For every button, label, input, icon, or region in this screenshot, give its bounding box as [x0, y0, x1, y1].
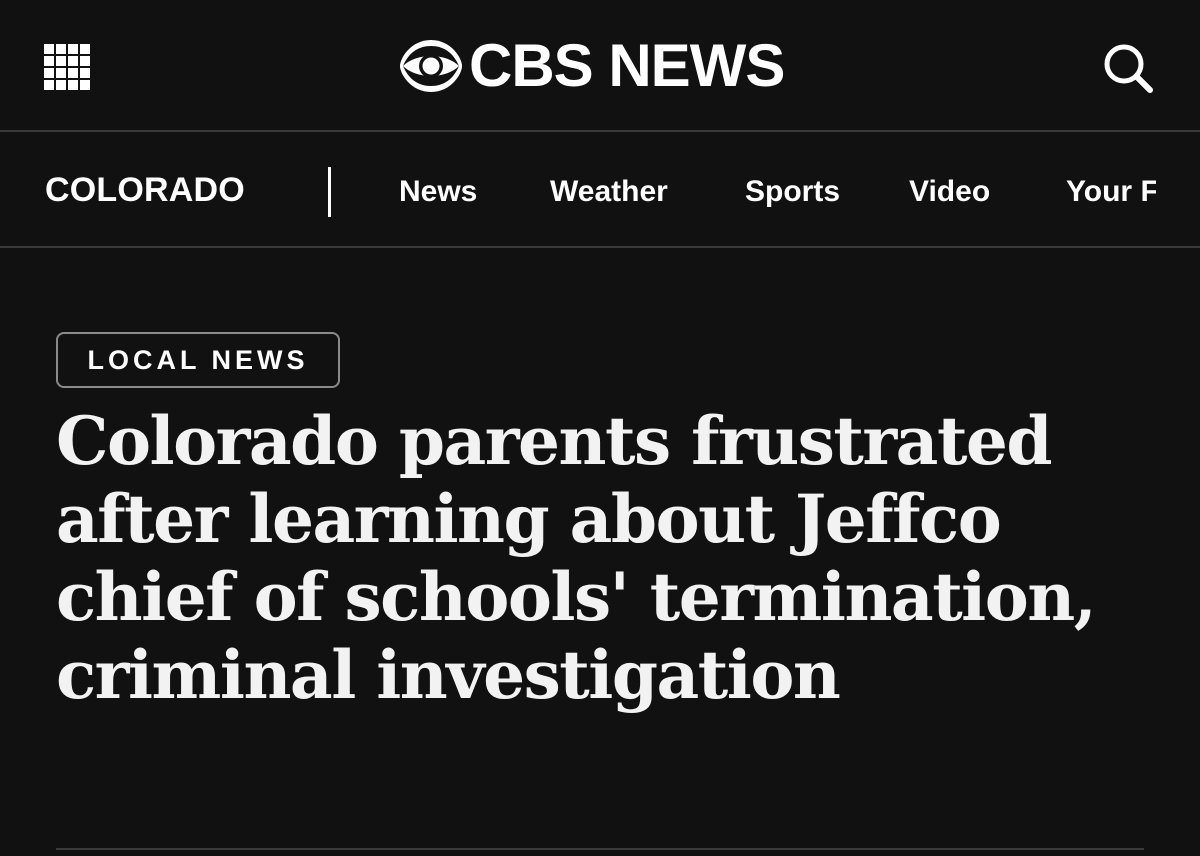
divider	[56, 848, 1144, 850]
nav-item-sports[interactable]: Sports	[745, 174, 840, 210]
search-icon[interactable]	[1100, 40, 1156, 96]
article-headline: Colorado parents frustrated after learni…	[56, 402, 1097, 714]
top-bar: CBS NEWS	[0, 0, 1200, 132]
cbs-eye-icon	[400, 40, 462, 92]
logo-text: CBS NEWS	[469, 32, 785, 99]
nav-item-weather[interactable]: Weather	[550, 174, 668, 210]
cbs-news-logo[interactable]: CBS NEWS	[399, 32, 785, 99]
nav-item-news[interactable]: News	[399, 174, 477, 210]
grid-menu-icon[interactable]	[44, 44, 90, 90]
section-label-colorado[interactable]: COLORADO	[45, 170, 245, 210]
nav-item-your-f[interactable]: Your F	[1066, 174, 1156, 210]
section-nav: COLORADO News Weather Sports Video Your …	[0, 132, 1200, 248]
category-badge[interactable]: LOCAL NEWS	[56, 332, 340, 388]
nav-item-video[interactable]: Video	[909, 174, 990, 210]
nav-divider	[328, 167, 331, 217]
nav-item-clip: Your F	[1066, 174, 1156, 214]
